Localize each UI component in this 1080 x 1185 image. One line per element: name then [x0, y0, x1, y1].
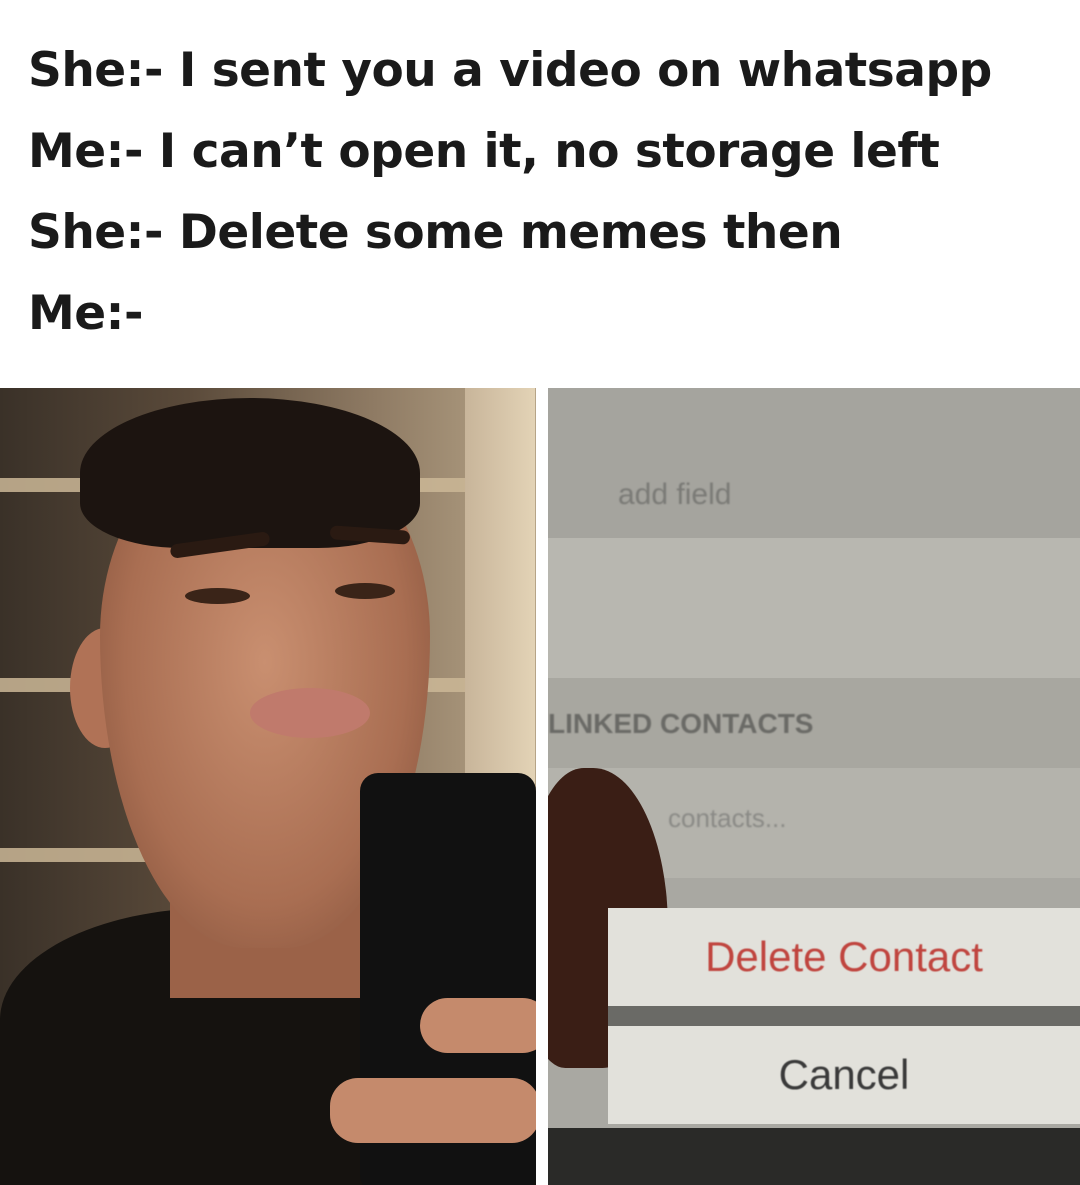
screen-bottom-edge	[548, 1128, 1080, 1185]
hair	[80, 398, 420, 548]
finger	[330, 1078, 536, 1143]
delete-contact-label: Delete Contact	[705, 933, 983, 980]
screen-row	[548, 388, 1080, 538]
caption-line: She:- Delete some memes then	[28, 205, 843, 260]
phone-screen-photo: add field LINKED CONTACTS contacts... De…	[548, 388, 1080, 1185]
lips	[250, 688, 370, 738]
linked-contacts-header: LINKED CONTACTS	[548, 708, 814, 739]
link-contacts-label: contacts...	[668, 803, 787, 833]
caption-line: Me:- I can’t open it, no storage left	[28, 124, 940, 179]
meme-caption: She:- I sent you a video on whatsapp Me:…	[28, 30, 1068, 354]
cancel-label: Cancel	[778, 1051, 910, 1098]
caption-line: Me:-	[28, 286, 143, 341]
caption-line: She:- I sent you a video on whatsapp	[28, 43, 992, 98]
eye	[185, 588, 250, 604]
eye	[335, 583, 395, 599]
screen-row	[548, 538, 1080, 678]
add-field-label: add field	[618, 478, 732, 511]
delete-contact-button[interactable]: Delete Contact	[608, 908, 1080, 1006]
cancel-button[interactable]: Cancel	[608, 1026, 1080, 1124]
selfie-photo	[0, 388, 536, 1185]
finger	[420, 998, 536, 1053]
divider	[608, 1006, 1080, 1026]
